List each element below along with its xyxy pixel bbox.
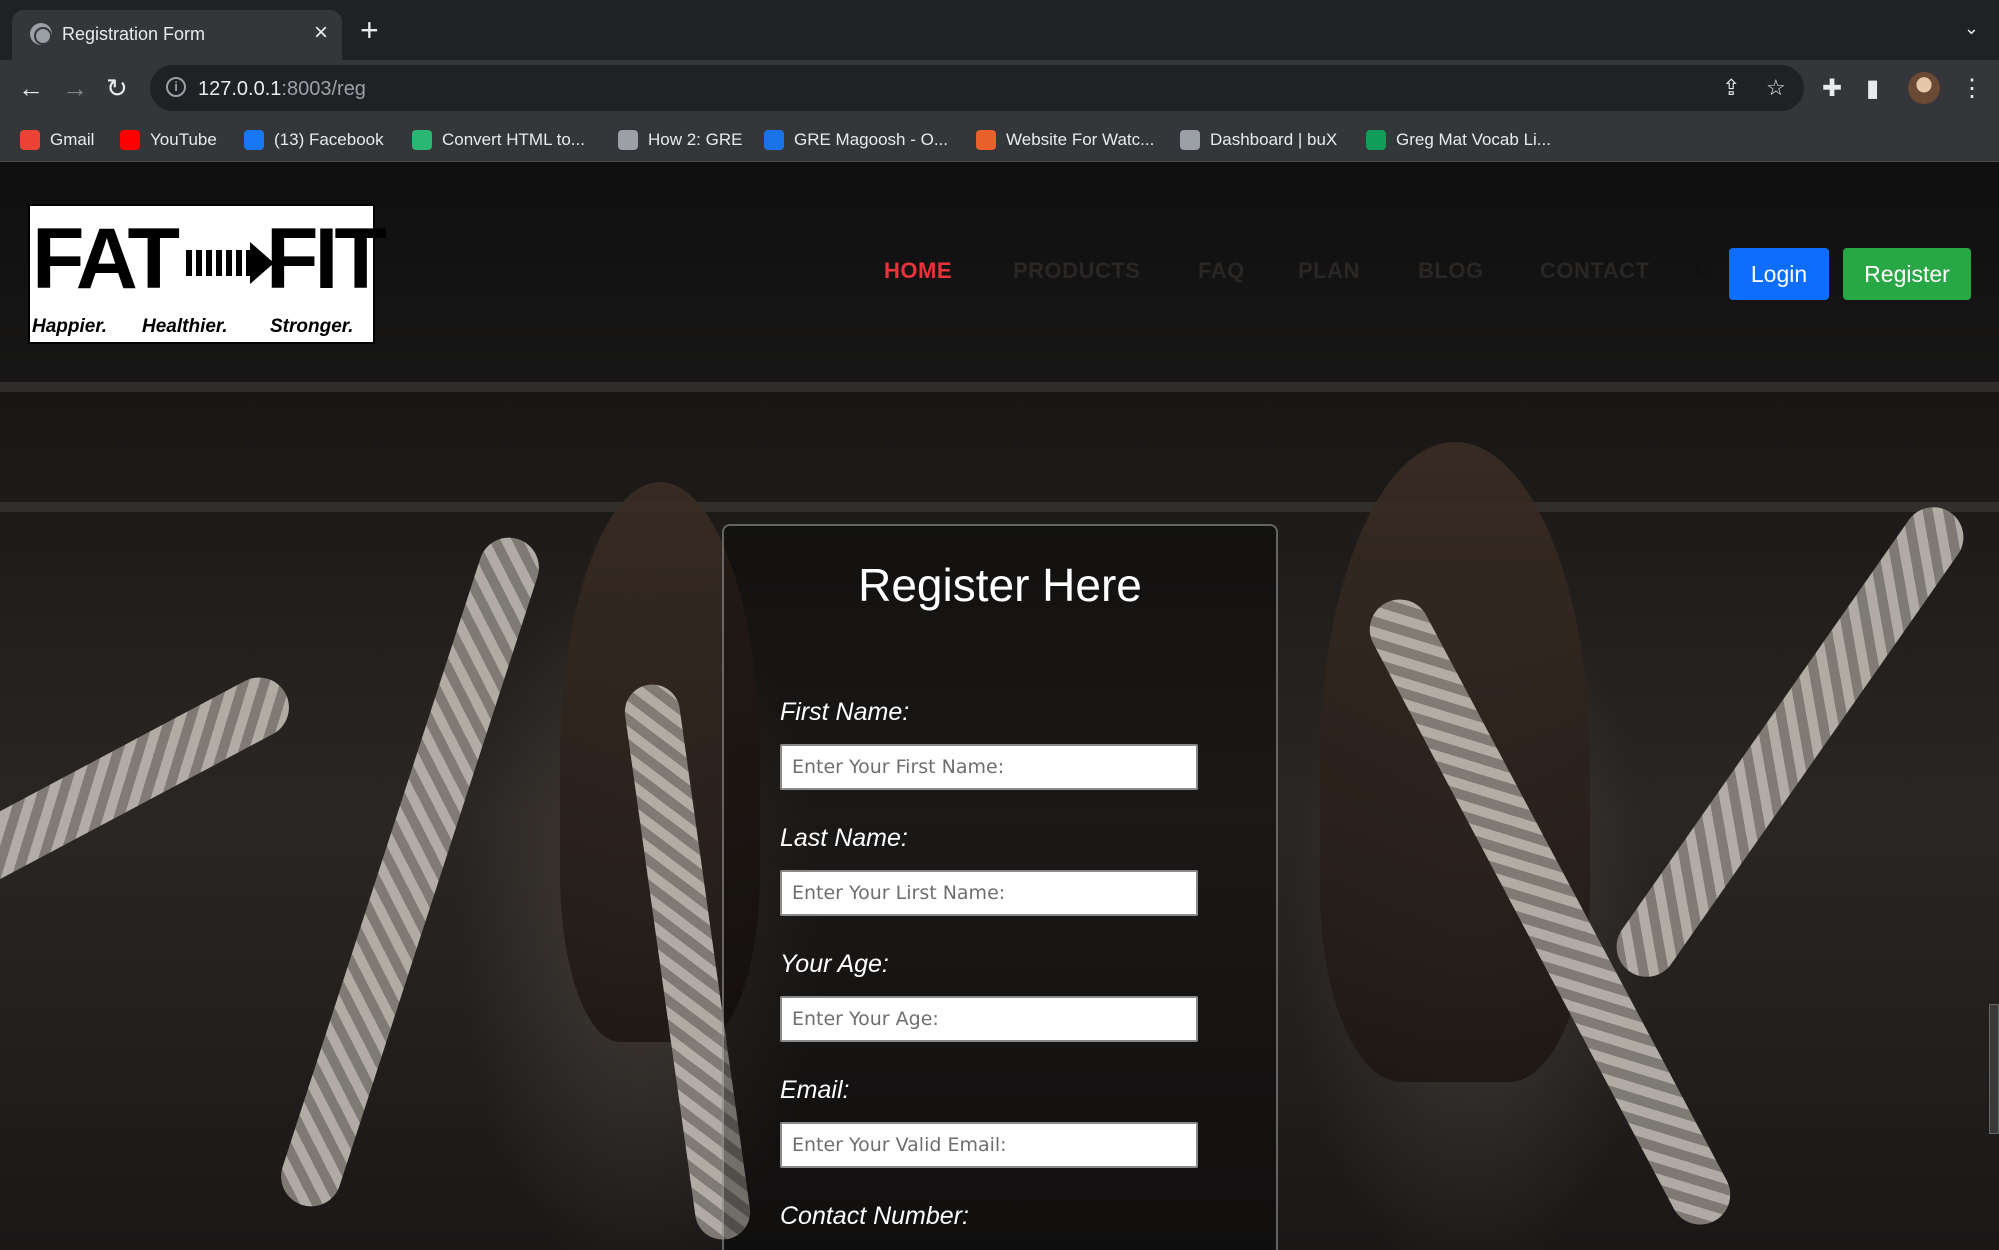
forward-button[interactable]: →: [62, 73, 88, 103]
share-icon[interactable]: ⇪: [1722, 75, 1740, 101]
website-icon: [976, 130, 996, 150]
bookmark-label: YouTube: [150, 130, 217, 149]
menu-icon[interactable]: ⋮: [1960, 74, 1984, 103]
url-path: :8003/reg: [281, 78, 366, 100]
age-input[interactable]: [780, 996, 1198, 1042]
form-title: Register Here: [858, 559, 1142, 611]
bookmark-label: How 2: GRE: [648, 130, 743, 149]
battle-rope: [0, 666, 300, 918]
bookmark-label: GRE Magoosh - O...: [794, 130, 948, 149]
tab-title: Registration Form: [62, 24, 206, 44]
logo-tagline: Happier.: [32, 316, 107, 337]
bookmark-label: Greg Mat Vocab Li...: [1396, 130, 1551, 149]
page-content: FAT FIT Happier. Healthier. Stronger. HO…: [0, 162, 1999, 1250]
nav-plan[interactable]: PLAN: [1298, 258, 1360, 284]
bookmark-how2gre[interactable]: How 2: GRE: [618, 128, 742, 152]
convert-html-icon: [412, 130, 432, 150]
battle-rope: [1604, 495, 1976, 989]
browser-toolbar: ← → ↻ i 127.0.0.1:8003/reg ⇪ ☆ ✚ ▮ ⋮: [0, 60, 1999, 118]
contact-number-label: Contact Number:: [780, 1202, 969, 1230]
bookmark-label: (13) Facebook: [274, 130, 384, 149]
battle-rope: [273, 529, 547, 1215]
sheets-icon: [1366, 130, 1386, 150]
close-tab-icon[interactable]: ×: [314, 19, 328, 47]
search-icon[interactable]: [1694, 260, 1716, 282]
login-button[interactable]: Login: [1729, 248, 1829, 300]
dashboard-icon: [1180, 130, 1200, 150]
new-tab-button[interactable]: +: [360, 14, 379, 46]
email-input[interactable]: [780, 1122, 1198, 1168]
reload-button[interactable]: ↻: [106, 73, 128, 103]
age-label: Your Age:: [780, 950, 889, 978]
bookmark-star-icon[interactable]: ☆: [1766, 75, 1786, 101]
bookmark-gmail[interactable]: Gmail: [20, 128, 94, 152]
browser-tab[interactable]: Registration Form ×: [12, 10, 342, 60]
address-bar[interactable]: i 127.0.0.1:8003/reg ⇪ ☆: [150, 65, 1804, 111]
info-icon[interactable]: i: [166, 77, 186, 97]
email-label: Email:: [780, 1076, 850, 1104]
side-panel-icon[interactable]: ▮: [1866, 74, 1879, 103]
bookmark-greg-mat[interactable]: Greg Mat Vocab Li...: [1366, 128, 1551, 152]
bookmark-dashboard-bux[interactable]: Dashboard | buX: [1180, 128, 1337, 152]
register-button[interactable]: Register: [1843, 248, 1971, 300]
gmail-icon: [20, 130, 40, 150]
url-host: 127.0.0.1: [198, 78, 282, 100]
bookmark-youtube[interactable]: YouTube: [120, 128, 217, 152]
registration-form: Register Here First Name: Last Name: You…: [722, 524, 1278, 1250]
bookmark-facebook[interactable]: (13) Facebook: [244, 128, 384, 152]
nav-faq[interactable]: FAQ: [1198, 258, 1245, 284]
main-nav: HOME PRODUCTS FAQ PLAN BLOG CONTACT Logi…: [0, 162, 1999, 300]
bookmark-label: Website For Watc...: [1006, 130, 1155, 149]
bookmark-label: Gmail: [50, 130, 95, 149]
extensions-icon[interactable]: ✚: [1822, 74, 1842, 103]
bookmark-label: Convert HTML to...: [442, 130, 585, 149]
bookmark-gre-magoosh[interactable]: GRE Magoosh - O...: [764, 128, 948, 152]
globe-icon: [30, 23, 52, 45]
scroll-handle[interactable]: [1989, 1004, 1999, 1134]
gym-beam: [0, 382, 1999, 392]
bookmark-convert-html[interactable]: Convert HTML to...: [412, 128, 585, 152]
bookmark-website-watch[interactable]: Website For Watc...: [976, 128, 1154, 152]
cloud-icon: [764, 130, 784, 150]
facebook-icon: [244, 130, 264, 150]
profile-avatar[interactable]: [1908, 72, 1940, 104]
document-icon: [618, 130, 638, 150]
nav-products[interactable]: PRODUCTS: [1013, 258, 1140, 284]
back-button[interactable]: ←: [18, 73, 44, 103]
chevron-down-icon[interactable]: ⌄: [1964, 18, 1979, 39]
nav-blog[interactable]: BLOG: [1418, 258, 1484, 284]
logo-tagline: Stronger.: [270, 316, 354, 337]
bookmark-label: Dashboard | buX: [1210, 130, 1338, 149]
logo-tagline: Healthier.: [142, 316, 228, 337]
nav-home[interactable]: HOME: [884, 258, 952, 284]
bookmarks-bar: Gmail YouTube (13) Facebook Convert HTML…: [0, 118, 1999, 162]
last-name-label: Last Name:: [780, 824, 908, 852]
first-name-label: First Name:: [780, 698, 910, 726]
gym-beam: [0, 502, 1999, 512]
last-name-input[interactable]: [780, 870, 1198, 916]
youtube-icon: [120, 130, 140, 150]
nav-contact[interactable]: CONTACT: [1540, 258, 1649, 284]
browser-tab-strip: Registration Form × + ⌄: [0, 0, 1999, 60]
url-text: 127.0.0.1:8003/reg: [198, 78, 366, 101]
first-name-input[interactable]: [780, 744, 1198, 790]
